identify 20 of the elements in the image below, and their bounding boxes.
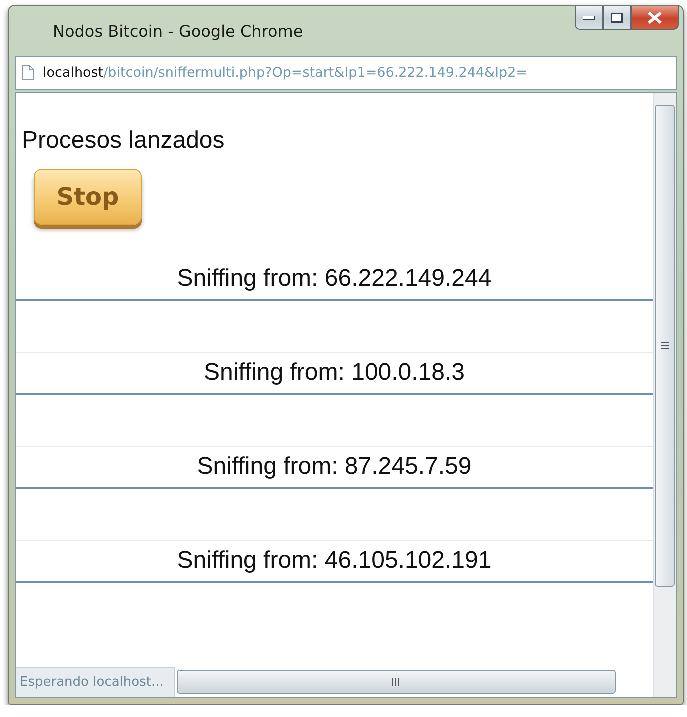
vertical-scrollbar[interactable] bbox=[653, 93, 676, 697]
sniffing-label: Sniffing from: 46.105.102.191 bbox=[177, 547, 492, 575]
status-text: Esperando localhost... bbox=[16, 666, 175, 697]
page-icon bbox=[22, 65, 35, 81]
sniffing-label: Sniffing from: 100.0.18.3 bbox=[204, 359, 466, 387]
window-title: Nodos Bitcoin - Google Chrome bbox=[53, 22, 304, 40]
minimize-icon bbox=[583, 16, 595, 20]
scroll-grip-icon bbox=[661, 342, 669, 350]
maximize-button[interactable] bbox=[603, 6, 631, 30]
close-icon bbox=[648, 12, 662, 24]
sniffing-label: Sniffing from: 66.222.149.244 bbox=[177, 265, 492, 293]
horizontal-scrollbar[interactable] bbox=[176, 670, 616, 694]
scroll-grip-icon bbox=[392, 678, 400, 686]
page-heading: Procesos lanzados bbox=[22, 127, 226, 155]
close-button[interactable] bbox=[631, 6, 679, 30]
address-bar[interactable]: localhost/bitcoin/sniffermulti.php?Op=start&Ip1=66.222.149.244&Ip2= bbox=[15, 56, 677, 90]
sniffing-label: Sniffing from: 87.245.7.59 bbox=[197, 453, 472, 481]
maximize-icon bbox=[611, 12, 623, 22]
minimize-button[interactable] bbox=[575, 6, 603, 30]
url-text: localhost/bitcoin/sniffermulti.php?Op=start&Ip1=66.222.149.244&Ip2= bbox=[43, 65, 528, 81]
